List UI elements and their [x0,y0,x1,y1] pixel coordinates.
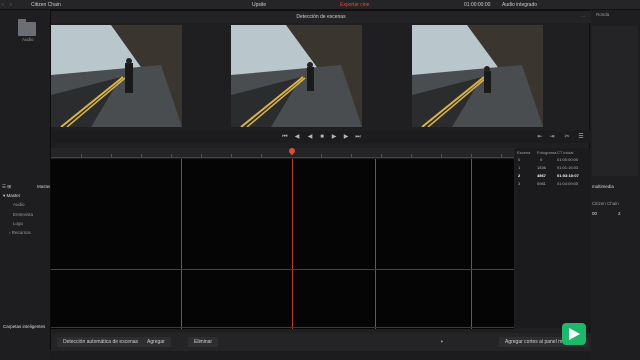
frame-3-image [412,25,543,127]
playhead-marker[interactable] [287,146,297,156]
smart-bins-label: Carpetas inteligentes [3,324,46,329]
back-icon[interactable]: ‹ [2,2,4,8]
cut-line-2 [375,159,376,329]
play-badge-icon [562,323,586,345]
first-frame-icon[interactable]: ⏮ [282,134,288,140]
folder-icon[interactable] [18,19,36,36]
bin-recursos[interactable]: › Recursos [9,230,31,235]
auto-detect-button[interactable]: Detección automática de escenas [57,337,145,347]
list-icon[interactable]: ☰ [578,134,584,140]
frame-preview-1 [51,25,182,127]
playhead-line [292,159,293,329]
folder-label: Audio [22,37,34,42]
dialog-menu-icon[interactable]: ··· [581,14,586,19]
dialog-footer: Detección automática de escenas Agregar … [51,333,591,351]
cut-line-1 [181,159,182,329]
scene-table: Escena Fotograma CT inicial 0 0 01:00:00… [515,148,591,328]
bin-entrevista[interactable]: Entrevista [13,212,33,217]
right-header: multimedia [592,184,614,189]
status-tag: Exportar cine [340,2,370,8]
frame-1-image [51,25,182,127]
right-panel [592,26,638,176]
scene-detection-dialog: Detección de escenas ··· ⏮ ◀ ◀ ■ ▶ ▶ ⏭ ⇤… [50,10,591,351]
last-frame-icon[interactable]: ⏭ [355,134,361,140]
frame-2-image [231,25,362,127]
table-row[interactable]: 3 5981 01:04:09:05 [515,180,591,188]
graph-baseline [51,327,514,328]
play-icon[interactable]: ▶ [331,134,337,140]
scene-timeline-ruler[interactable] [51,146,514,158]
cut-line-3 [471,159,472,329]
table-row[interactable]: 0 0 01:00:00:00 [515,156,591,164]
right-field-1: Citizen Chain [592,201,619,206]
cut-icon[interactable]: ✂ [564,134,570,140]
step-forward-icon[interactable]: ▶ [343,134,349,140]
mark-out-icon[interactable]: ⇥ [549,134,555,140]
delete-button[interactable]: Eliminar [188,337,219,347]
frame-preview-2 [231,25,362,127]
scene-graph-viewer[interactable] [51,159,514,329]
add-button[interactable]: Agregar [141,337,171,347]
forward-icon[interactable]: › [10,2,12,8]
master-header: Master [37,184,51,189]
mark-in-icon[interactable]: ⇤ [537,134,543,140]
bin-logo[interactable]: Logo [13,221,23,226]
bin-master[interactable]: ▾ Master [3,193,20,199]
stop-icon[interactable]: ■ [319,134,325,140]
right-field-0: Ronda [596,12,610,17]
table-row[interactable]: 1 1836 01:01:16:03 [515,164,591,172]
threshold-line[interactable] [51,269,514,270]
right-field-2: 00 [592,211,598,216]
step-back-icon[interactable]: ◀ [294,134,300,140]
timecode-display: 01:00:00:00 [464,2,491,8]
bin-audio[interactable]: Audio [13,202,25,207]
play-reverse-icon[interactable]: ◀ [307,134,313,140]
media-pool-left: Audio ☰ ⊞ Master ▾ Master Audio Entrevis… [0,10,51,360]
col-frame: Fotograma [537,150,557,155]
window-title[interactable]: Upsite [252,2,266,8]
col-tc: CT inicial [557,150,574,155]
table-row-selected[interactable]: 2 4567 01:03:10:07 [515,172,591,180]
audio-label: Audio integrado [502,2,538,8]
col-scene: Escena [517,150,531,155]
bin-list-header: ☰ ⊞ [2,184,12,189]
top-bar: ‹ › Citizen Chain Upsite Exportar cine 0… [0,0,640,10]
dialog-title: Detección de escenas [51,11,591,23]
settings-icon[interactable]: ✦ [440,339,444,345]
frame-preview-3 [412,25,543,127]
inspector-right: Ronda multimedia Citizen Chain 00 2 [590,10,640,360]
transport-bar: ⏮ ◀ ◀ ■ ▶ ▶ ⏭ ⇤ ⇥ ✂ ☰ [51,131,591,143]
project-name: Citizen Chain [31,2,61,8]
right-field-3: 2 [618,211,621,216]
